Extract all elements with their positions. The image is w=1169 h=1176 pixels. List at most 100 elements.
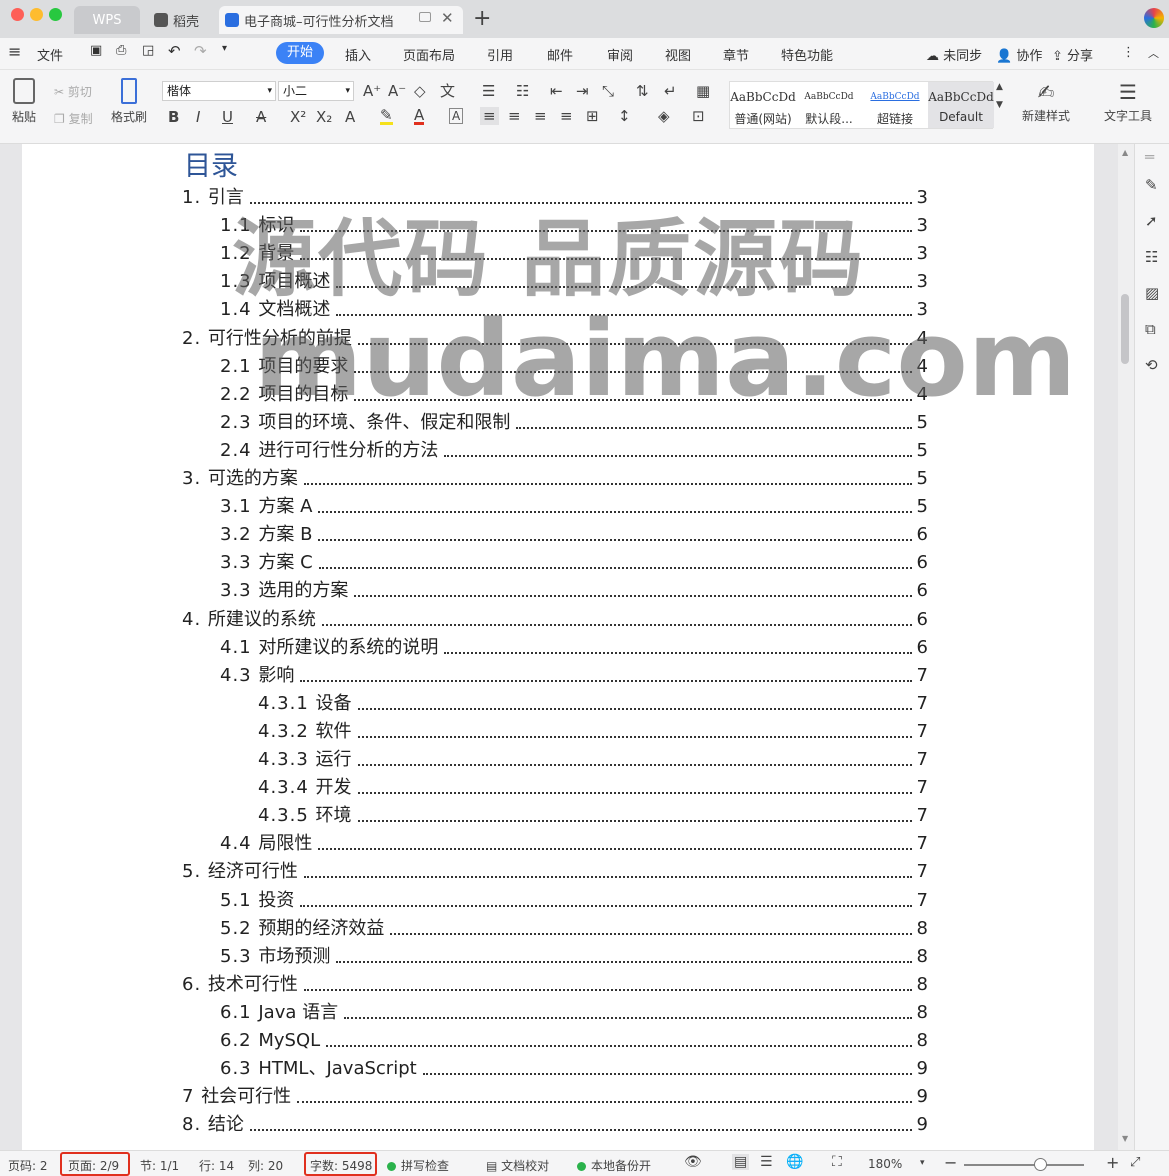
toc-entry[interactable]: 4.4 局限性 7: [220, 830, 928, 858]
document-canvas[interactable]: 目录 1. 引言 3 1.1 标识 3 1.2 背景 3 1.3 项目概述 3 1.4 文档概述…: [0, 144, 1134, 1150]
menu-review[interactable]: 审阅: [607, 45, 633, 64]
toc-entry[interactable]: 1. 引言 3: [182, 184, 928, 212]
toc-entry[interactable]: 4.3.3 运行 7: [258, 746, 928, 774]
toc-entry[interactable]: 1.4 文档概述 3: [220, 296, 928, 324]
char-border-icon[interactable]: A: [449, 108, 464, 124]
zoom-out-icon[interactable]: −: [944, 1153, 957, 1172]
zoom-slider[interactable]: [964, 1164, 1084, 1166]
font-size-select[interactable]: 小二 ▾: [278, 81, 354, 101]
toc-entry[interactable]: 3.1 方案 A 5: [220, 493, 928, 521]
zoom-window-button[interactable]: [49, 8, 62, 21]
toc-entry[interactable]: 6.1 Java 语言 8: [220, 999, 928, 1027]
paste-button[interactable]: 粘贴: [8, 78, 40, 125]
doc-check-button[interactable]: ▤ 文档校对: [486, 1157, 549, 1174]
save-icon[interactable]: ▣: [90, 43, 102, 58]
strikethrough-icon[interactable]: A: [256, 108, 266, 126]
toc-entry[interactable]: 2.1 项目的要求 4: [220, 353, 928, 381]
font-color-icon[interactable]: A: [414, 108, 425, 125]
grow-font-icon[interactable]: A⁺: [363, 82, 381, 100]
shading-icon[interactable]: ◈: [658, 107, 670, 125]
tab-wps[interactable]: WPS: [74, 6, 140, 34]
vertical-scrollbar[interactable]: ▲ ▼: [1118, 144, 1134, 1150]
menu-file[interactable]: 文件: [37, 45, 63, 64]
shrink-font-icon[interactable]: A⁻: [388, 82, 406, 100]
zoom-level[interactable]: 180%: [868, 1157, 902, 1171]
chevron-down-icon[interactable]: ▾: [920, 1158, 925, 1168]
menu-home[interactable]: 开始: [276, 42, 324, 64]
style-default[interactable]: AaBbCcDd Default: [928, 82, 994, 128]
toc-entry[interactable]: 2. 可行性分析的前提 4: [182, 325, 928, 353]
justify-icon[interactable]: ≡: [560, 107, 573, 125]
collab-button[interactable]: 👤 协作: [996, 45, 1042, 64]
spell-check-button[interactable]: 拼写检查: [387, 1157, 449, 1174]
font-name-select[interactable]: 楷体 ▾: [162, 81, 276, 101]
chevron-down-icon[interactable]: ▾: [222, 43, 227, 54]
toc-entry[interactable]: 1.3 项目概述 3: [220, 268, 928, 296]
align-center-icon[interactable]: ≡: [508, 107, 521, 125]
pinyin-icon[interactable]: 文: [440, 80, 455, 101]
menu-special[interactable]: 特色功能: [781, 45, 833, 64]
numbered-list-icon[interactable]: ☷: [516, 82, 529, 100]
redo-icon[interactable]: ↷: [194, 42, 207, 60]
line-spacing-icon[interactable]: ↕: [618, 107, 631, 125]
menu-page-layout[interactable]: 页面布局: [403, 45, 455, 64]
subscript-icon[interactable]: X₂: [316, 108, 332, 126]
share-link-icon[interactable]: ⧉: [1145, 320, 1156, 338]
toc-entry[interactable]: 4.3.4 开发 7: [258, 774, 928, 802]
toc-entry[interactable]: 6. 技术可行性 8: [182, 971, 928, 999]
toc-entry[interactable]: 5.3 市场预测 8: [220, 943, 928, 971]
increase-indent-icon[interactable]: ⇥: [576, 82, 589, 100]
hamburger-icon[interactable]: ≡: [8, 42, 21, 61]
toc-entry[interactable]: 5.2 预期的经济效益 8: [220, 915, 928, 943]
toc-entry[interactable]: 4. 所建议的系统 6: [182, 606, 928, 634]
collapse-ribbon-icon[interactable]: ︿: [1148, 45, 1159, 61]
cursor-icon[interactable]: ➚: [1145, 212, 1158, 230]
toc-entry[interactable]: 5. 经济可行性 7: [182, 858, 928, 886]
settings-sliders-icon[interactable]: ☷: [1145, 248, 1158, 266]
toc-entry[interactable]: 6.2 MySQL 8: [220, 1027, 928, 1055]
style-scroll-up-icon[interactable]: ▲: [996, 82, 1003, 92]
web-view-icon[interactable]: 🌐: [786, 1154, 803, 1170]
print-icon[interactable]: ⎙: [116, 43, 126, 58]
bullet-list-icon[interactable]: ☰: [482, 82, 495, 100]
document-page[interactable]: 目录 1. 引言 3 1.1 标识 3 1.2 背景 3 1.3 项目概述 3 1.4 文档概述…: [22, 144, 1094, 1150]
toc-entry[interactable]: 4.3 影响 7: [220, 662, 928, 690]
toc-entry[interactable]: 3. 可选的方案 5: [182, 465, 928, 493]
sync-button[interactable]: ☁ 未同步: [926, 45, 982, 64]
menu-insert[interactable]: 插入: [345, 45, 371, 64]
style-normal-web[interactable]: AaBbCcDd 普通(网站): [730, 82, 796, 128]
menu-chapter[interactable]: 章节: [723, 45, 749, 64]
menu-mail[interactable]: 邮件: [547, 45, 573, 64]
toc-entry[interactable]: 3.2 方案 B 6: [220, 521, 928, 549]
page-view-icon[interactable]: ▤: [732, 1154, 750, 1170]
toc-entry[interactable]: 4.1 对所建议的系统的说明 6: [220, 634, 928, 662]
edit-icon[interactable]: ✎: [1145, 176, 1158, 194]
style-hyperlink[interactable]: AaBbCcDd 超链接: [862, 82, 928, 128]
toc-entry[interactable]: 5.1 投资 7: [220, 887, 928, 915]
style-default-para[interactable]: AaBbCcDd 默认段...: [796, 82, 862, 128]
style-scroll-down-icon[interactable]: ▼: [996, 100, 1003, 110]
decrease-indent-icon[interactable]: ⇤: [550, 82, 563, 100]
close-tab-icon[interactable]: ✕: [441, 9, 454, 27]
scroll-thumb[interactable]: [1121, 294, 1129, 364]
format-painter-button[interactable]: 格式刷: [110, 78, 148, 125]
backup-button[interactable]: 本地备份开: [577, 1157, 651, 1174]
tab-daoke[interactable]: 稻壳: [152, 6, 222, 34]
toc-entry[interactable]: 1.2 背景 3: [220, 240, 928, 268]
more-icon[interactable]: ⋮: [1122, 45, 1135, 60]
text-tool-button[interactable]: ☰ 文字工具: [1098, 80, 1158, 124]
history-icon[interactable]: ⟲: [1145, 356, 1158, 374]
toc-entry[interactable]: 8. 结论 9: [182, 1111, 928, 1139]
user-avatar-icon[interactable]: [1144, 8, 1164, 28]
toc-entry[interactable]: 6.3 HTML、JavaScript 9: [220, 1055, 928, 1083]
print-preview-icon[interactable]: ◲: [142, 43, 154, 58]
distributed-icon[interactable]: ⊞: [586, 107, 599, 125]
align-right-icon[interactable]: ≡: [534, 107, 547, 125]
scroll-up-icon[interactable]: ▲: [1122, 148, 1128, 157]
italic-icon[interactable]: I: [196, 108, 200, 126]
outline-view-icon[interactable]: ☰: [760, 1154, 773, 1170]
eye-protect-icon[interactable]: 👁: [684, 1154, 702, 1170]
highlight-icon[interactable]: ✎: [380, 108, 393, 125]
cut-button[interactable]: ✂ 剪切: [54, 83, 92, 100]
window-icon[interactable]: [419, 12, 431, 22]
